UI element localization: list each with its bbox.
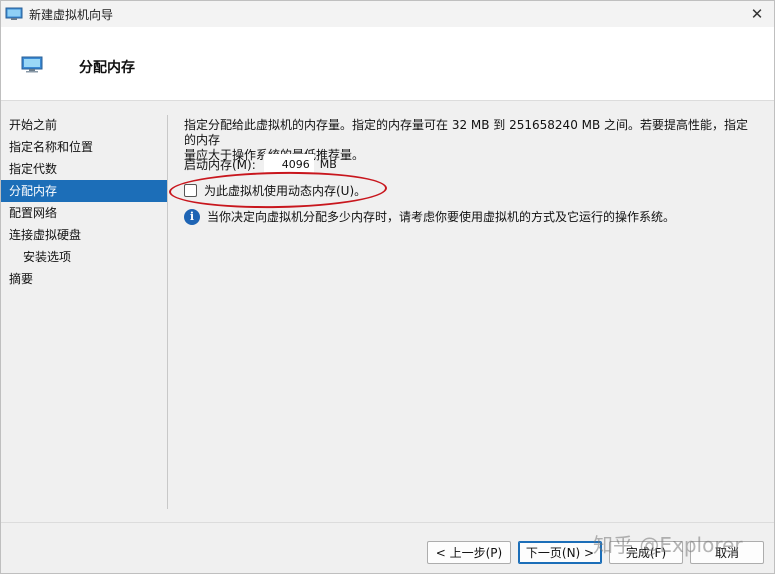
step-summary[interactable]: 摘要 — [1, 268, 167, 290]
memory-page-icon — [21, 56, 43, 73]
finish-button[interactable]: 完成(F) — [609, 541, 683, 564]
window-title: 新建虚拟机向导 — [29, 7, 114, 22]
dynamic-memory-row[interactable]: 为此虚拟机使用动态内存(U)。 — [184, 182, 366, 199]
startup-memory-row: 启动内存(M): MB — [184, 154, 337, 174]
previous-button[interactable]: < 上一步(P) — [427, 541, 511, 564]
step-installation-options[interactable]: 安装选项 — [1, 246, 167, 268]
dynamic-memory-checkbox[interactable] — [184, 184, 197, 197]
info-text: 当你决定向虚拟机分配多少内存时，请考虑你要使用虚拟机的方式及它运行的操作系统。 — [207, 210, 676, 224]
next-button[interactable]: 下一页(N) > — [518, 541, 602, 564]
step-name-and-location[interactable]: 指定名称和位置 — [1, 136, 167, 158]
wizard-steps-sidebar: 开始之前 指定名称和位置 指定代数 分配内存 配置网络 连接虚拟硬盘 安装选项 … — [1, 114, 167, 290]
info-note: i 当你决定向虚拟机分配多少内存时，请考虑你要使用虚拟机的方式及它运行的操作系统… — [184, 208, 675, 225]
description-line-1: 指定分配给此虚拟机的内存量。指定的内存量可在 32 MB 到 251658240… — [184, 118, 749, 147]
virtual-machine-icon — [5, 7, 23, 20]
startup-memory-input[interactable] — [263, 154, 314, 174]
startup-memory-label: 启动内存(M): — [184, 157, 256, 172]
step-connect-virtual-disk[interactable]: 连接虚拟硬盘 — [1, 224, 167, 246]
wizard-window: 新建虚拟机向导 ✕ 分配内存 开始之前 指定名称和位置 指定代数 分配内存 配置… — [0, 0, 775, 574]
cancel-button[interactable]: 取消 — [690, 541, 764, 564]
title-bar: 新建虚拟机向导 ✕ — [1, 1, 774, 27]
close-icon: ✕ — [750, 5, 764, 23]
sidebar-divider — [167, 115, 168, 509]
memory-unit-label: MB — [319, 157, 337, 171]
step-configure-networking[interactable]: 配置网络 — [1, 202, 167, 224]
footer-divider — [1, 522, 774, 523]
memory-settings-panel: 指定分配给此虚拟机的内存量。指定的内存量可在 32 MB 到 251658240… — [168, 118, 759, 225]
page-header: 分配内存 — [1, 27, 774, 101]
step-before-you-begin[interactable]: 开始之前 — [1, 114, 167, 136]
step-generation[interactable]: 指定代数 — [1, 158, 167, 180]
step-assign-memory[interactable]: 分配内存 — [1, 180, 167, 202]
info-icon: i — [184, 208, 200, 225]
page-title: 分配内存 — [79, 60, 135, 76]
dynamic-memory-label[interactable]: 为此虚拟机使用动态内存(U)。 — [204, 182, 366, 199]
close-button[interactable]: ✕ — [746, 3, 768, 25]
